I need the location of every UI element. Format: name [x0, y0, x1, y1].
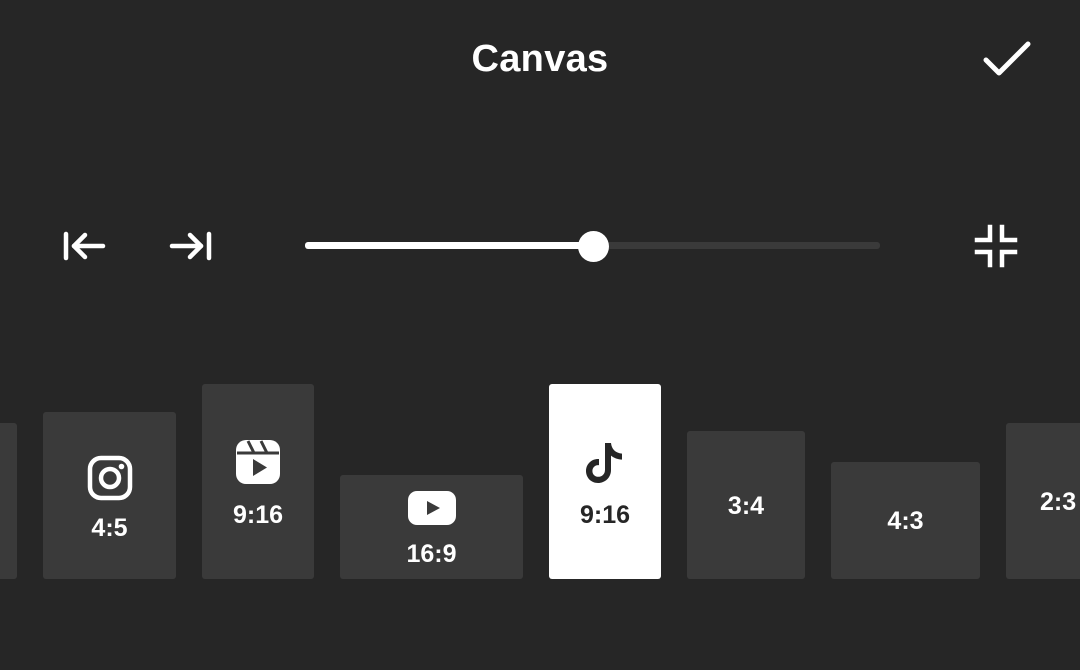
align-left-arrow-icon — [61, 230, 107, 267]
checkmark-icon — [982, 40, 1032, 85]
collapse-corners-icon — [973, 223, 1019, 274]
slider-fill — [305, 242, 593, 249]
align-right-button[interactable] — [165, 226, 217, 270]
fit-button[interactable] — [968, 222, 1024, 274]
slider-thumb[interactable] — [578, 231, 609, 262]
ratio-card-9x16[interactable]: 9:16 — [549, 384, 661, 579]
instagram-reels-icon — [202, 439, 314, 485]
page-title: Canvas — [471, 38, 609, 80]
ratio-card-3x4[interactable]: 3:4 — [687, 431, 805, 579]
ratio-label: 9:16 — [232, 501, 284, 529]
ratio-card-4x5[interactable]: 4:5 — [43, 412, 176, 579]
canvas-screen: Canvas 4:5 9:16 16:9 9:16 3:4 4:3 2:3 — [0, 0, 1080, 670]
align-right-arrow-icon — [168, 230, 214, 267]
tiktok-icon — [549, 440, 661, 486]
ratio-label: 3:4 — [727, 492, 765, 520]
ratio-card-2x3[interactable]: 2:3 — [1006, 423, 1080, 579]
ratio-card-16x9[interactable]: 16:9 — [340, 475, 523, 579]
confirm-button[interactable] — [978, 38, 1036, 86]
instagram-icon — [43, 455, 176, 501]
ratio-label: 4:3 — [887, 507, 924, 535]
ratio-label: 16:9 — [406, 540, 457, 568]
align-left-button[interactable] — [58, 226, 110, 270]
ratio-label: 4:5 — [91, 514, 128, 542]
ratio-label: 2:3 — [1040, 488, 1077, 516]
scale-slider[interactable] — [305, 231, 880, 262]
ratio-card-4x3[interactable]: 4:3 — [831, 462, 980, 579]
ratio-label: 9:16 — [579, 501, 631, 529]
youtube-icon — [340, 489, 523, 527]
ratio-card-9x16[interactable]: 9:16 — [202, 384, 314, 579]
ratio-card[interactable] — [0, 423, 17, 579]
